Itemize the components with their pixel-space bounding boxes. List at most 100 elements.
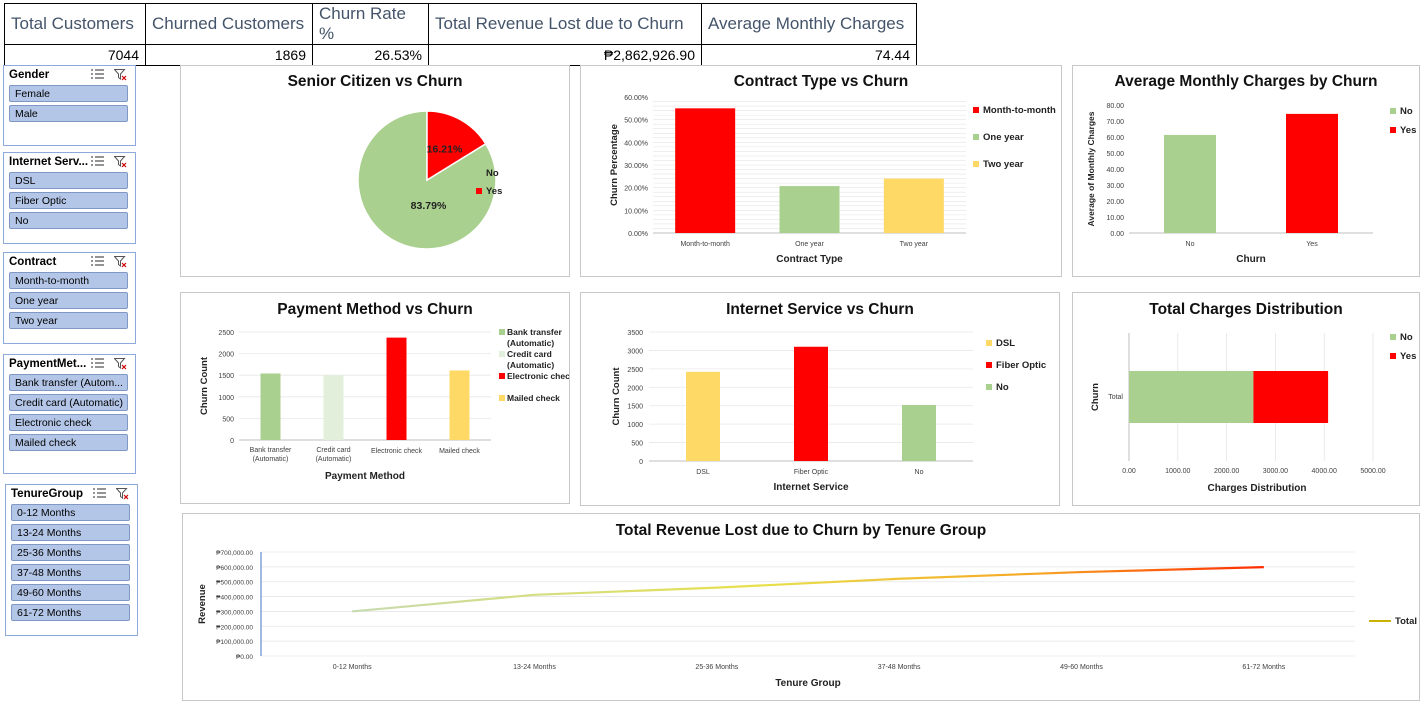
slicer-item[interactable]: Month-to-month — [9, 272, 128, 289]
internet-legend-svg: DSL Fiber Optic No — [986, 338, 1046, 393]
multi-select-icon[interactable] — [93, 488, 106, 499]
slicer-internet-service: Internet Serv... DSL Fiber Optic No — [3, 152, 136, 244]
y-tick-label: 30.00% — [624, 163, 648, 170]
legend-swatch — [499, 373, 505, 379]
total-charges-svg: 0.00 1000.00 2000.00 3000.00 4000.00 5000.00 T… — [1090, 332, 1416, 494]
legend-swatch — [499, 395, 505, 401]
legend-swatch — [973, 134, 979, 140]
multi-select-icon[interactable] — [91, 256, 104, 267]
revenue-line-svg: ₱0.00 ₱100,000.00 ₱200,000.00 ₱300,000.00 ₱4… — [197, 550, 1417, 689]
slicer-contract: Contract Month-to-month One year Two year — [3, 252, 136, 344]
x-tick-label: 4000.00 — [1312, 468, 1337, 475]
slicer-item[interactable]: Mailed check — [9, 434, 128, 451]
x-axis-title: Internet Service — [773, 482, 848, 493]
multi-select-icon[interactable] — [91, 69, 104, 80]
kpi-header-total-customers: Total Customers — [4, 3, 146, 45]
multi-select-icon[interactable] — [91, 358, 104, 369]
x-tick-label: 37-48 Months — [878, 664, 921, 671]
y-tick-label: 2500 — [627, 367, 643, 374]
x-tick-label: 0-12 Months — [333, 664, 372, 671]
clear-filter-icon[interactable] — [114, 69, 127, 81]
slicer-item[interactable]: 0-12 Months — [11, 504, 130, 521]
bar-1 — [779, 186, 840, 233]
chart-revenue-lost: Total Revenue Lost due to Churn by Tenur… — [182, 513, 1420, 701]
y-tick-label: 60.00% — [624, 95, 648, 102]
legend-label: Credit card — [507, 349, 552, 359]
y-tick-label: ₱200,000.00 — [216, 624, 253, 631]
slicer-item[interactable]: 61-72 Months — [11, 604, 130, 621]
internet-bar-svg: 0 500 1000 1500 2000 2500 3000 3500 DSL Fiber Opt… — [611, 330, 973, 493]
y-axis-title: Churn — [1090, 383, 1101, 411]
line-series-total — [352, 566, 1264, 613]
x-axis-title: Charges Distribution — [1208, 483, 1307, 494]
y-tick-label: 10.00 — [1106, 215, 1124, 222]
x-tick-label: Two year — [900, 241, 929, 248]
slicer-item[interactable]: Electronic check — [9, 414, 128, 431]
kpi-header-avg-monthly: Average Monthly Charges — [701, 3, 917, 45]
slicer-item[interactable]: Female — [9, 85, 128, 102]
y-tick-label: 20.00 — [1106, 199, 1124, 206]
clear-filter-icon[interactable] — [114, 358, 127, 370]
x-tick-label: 49-60 Months — [1060, 664, 1103, 671]
x-tick-label: (Automatic) — [316, 456, 352, 463]
slicer-item[interactable]: DSL — [9, 172, 128, 189]
senior-pie-svg: 83.79% 16.21% No Yes — [357, 110, 502, 250]
chart-payment-method: Payment Method vs Churn 0 500 1000 1500 2000… — [180, 292, 570, 504]
slicer-item[interactable]: No — [9, 212, 128, 229]
legend-swatch — [986, 384, 992, 390]
pie-data-label: 83.79% — [411, 200, 447, 212]
bar-1 — [794, 346, 828, 461]
slicer-item[interactable]: Fiber Optic — [9, 192, 128, 209]
multi-select-icon[interactable] — [91, 156, 104, 167]
clear-filter-icon[interactable] — [114, 156, 127, 168]
slicer-tenure-group: TenureGroup 0-12 Months 13-24 Months 25-36 … — [5, 484, 138, 636]
legend-swatch — [1390, 334, 1396, 340]
slicer-item[interactable]: One year — [9, 292, 128, 309]
x-axis-title: Payment Method — [325, 471, 405, 482]
slicer-header: Internet Serv... — [4, 153, 135, 172]
slicer-item[interactable]: Two year — [9, 312, 128, 329]
kpi-header-churn-rate: Churn Rate % — [312, 3, 429, 45]
x-axis-title: Contract Type — [776, 254, 843, 265]
x-tick-label: Fiber Optic — [794, 469, 829, 476]
legend-swatch — [986, 340, 992, 346]
legend-swatch — [476, 188, 482, 194]
y-tick-label: 0.00% — [628, 231, 648, 238]
bar-0 — [1164, 134, 1216, 233]
slicer-title: PaymentMet... — [9, 358, 87, 370]
legend-label: Electronic check — [507, 371, 569, 381]
x-tick-label: Credit card — [316, 447, 350, 454]
slicer-gender: Gender Female Male — [3, 65, 136, 146]
y-tick-label: 0 — [639, 459, 643, 466]
kpi-header-revenue-lost: Total Revenue Lost due to Churn — [428, 3, 702, 45]
y-tick-label: ₱500,000.00 — [216, 580, 253, 587]
legend-label: Month-to-month — [983, 105, 1056, 116]
x-tick-label: Mailed check — [439, 448, 480, 455]
bar-segment-yes — [1253, 371, 1329, 423]
slicer-item[interactable]: 49-60 Months — [11, 584, 130, 601]
legend-label: No — [1400, 106, 1413, 117]
x-tick-label: 0.00 — [1122, 468, 1136, 475]
kpi-table: Total Customers Churned Customers Churn … — [4, 3, 917, 66]
slicer-item[interactable]: 13-24 Months — [11, 524, 130, 541]
chart-avg-monthly-charges: Average Monthly Charges by Churn 0.00 10.… — [1072, 65, 1420, 277]
y-tick-label: ₱300,000.00 — [216, 609, 253, 616]
legend-swatch — [1390, 108, 1396, 114]
clear-filter-icon[interactable] — [116, 488, 129, 500]
pie-data-label: 16.21% — [427, 144, 463, 156]
legend-swatch — [973, 161, 979, 167]
bar-0 — [686, 371, 720, 461]
slicer-item[interactable]: Male — [9, 105, 128, 122]
slicer-item[interactable]: 25-36 Months — [11, 544, 130, 561]
y-tick-label: ₱700,000.00 — [216, 550, 253, 557]
legend-label: No — [996, 382, 1009, 393]
slicer-item[interactable]: Bank transfer (Autom... — [9, 374, 128, 391]
y-tick-label: 2000 — [218, 352, 234, 359]
slicer-item[interactable]: 37-48 Months — [11, 564, 130, 581]
y-tick-label: 500 — [631, 441, 643, 448]
y-tick-label: 500 — [222, 416, 234, 423]
bar-2 — [386, 337, 407, 440]
x-tick-label: Yes — [1306, 241, 1318, 248]
slicer-item[interactable]: Credit card (Automatic) — [9, 394, 128, 411]
clear-filter-icon[interactable] — [114, 256, 127, 268]
